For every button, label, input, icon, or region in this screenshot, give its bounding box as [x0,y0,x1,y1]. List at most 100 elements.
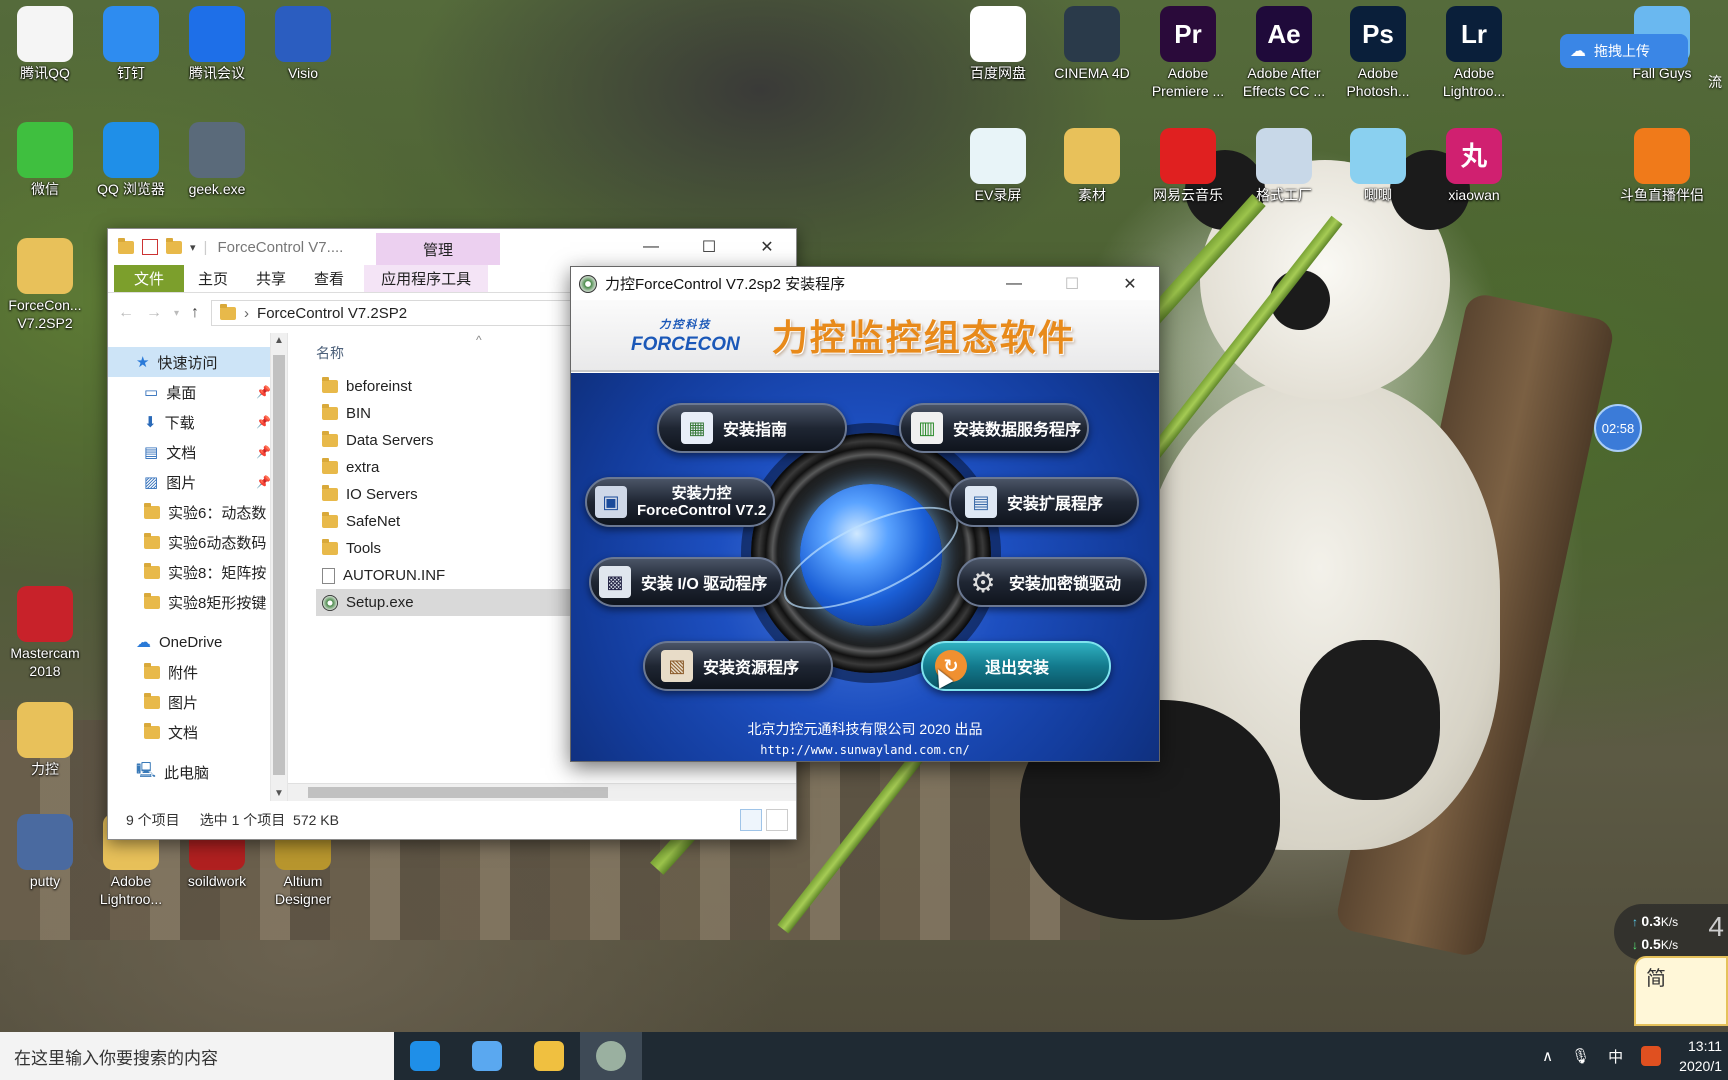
explorer-title: ForceControl V7.... [217,238,344,256]
forward-arrow-icon[interactable]: → [146,304,162,322]
desktop-shortcut[interactable]: Ae Adobe After Effects CC ... [1238,0,1330,100]
desktop-shortcut[interactable]: 斗鱼直播伴侣 [1616,122,1708,204]
nav-item[interactable]: 实验8：矩阵按 [108,557,287,587]
scroll-thumb[interactable] [273,355,285,775]
tencent-meeting-icon [189,6,245,62]
nav-item[interactable]: ▭ 桌面 📌 [108,377,287,407]
maximize-button[interactable]: ☐ [680,229,738,265]
nav-this-pc[interactable]: 🖳 此电脑 [108,757,287,787]
desktop-shortcut[interactable]: EV录屏 [952,122,1044,204]
install-dongle-driver-button[interactable]: ⚙ 安装加密锁驱动 [957,557,1147,607]
desktop-shortcut[interactable]: 丸 xiaowan [1428,122,1520,204]
taskbar-app[interactable] [456,1032,518,1080]
desktop-shortcut[interactable]: 素材 [1046,122,1138,204]
quick-access-dropdown-icon[interactable]: ▾ [190,241,196,254]
desktop-shortcut[interactable]: 钉钉 [88,0,174,82]
nav-scrollbar[interactable]: ▲ ▼ [270,333,287,801]
large-icons-view-icon[interactable] [766,809,788,831]
cinema4d-icon [1064,6,1120,62]
close-button[interactable]: ✕ [1101,267,1159,300]
nav-item[interactable]: 附件 [108,657,287,687]
footer-url[interactable]: http://www.sunwayland.com.cn/ [571,743,1159,757]
net-down-value: 0.5 [1641,936,1661,952]
desktop-shortcut[interactable]: 格式工厂 [1238,122,1330,204]
installer-titlebar[interactable]: 力控ForceControl V7.2sp2 安装程序 — ☐ ✕ [571,267,1159,300]
desktop-shortcut[interactable]: 唧唧 [1332,122,1424,204]
nav-item[interactable]: 实验6：动态数 [108,497,287,527]
taskbar-app[interactable] [518,1032,580,1080]
exit-install-button[interactable]: ↻ 退出安装 [921,641,1111,691]
nav-item[interactable]: 实验8矩形按键 [108,587,287,617]
tab-home[interactable]: 主页 [184,265,242,292]
scroll-down-icon[interactable]: ▼ [271,788,287,799]
taskbar-app[interactable] [394,1032,456,1080]
breadcrumb-chevron-icon[interactable]: › [244,305,249,322]
desktop-shortcut[interactable]: Mastercam 2018 [2,580,88,680]
install-resource-button[interactable]: ▧ 安装资源程序 [643,641,833,691]
taskbar-app[interactable] [580,1032,642,1080]
sogou-icon[interactable] [1641,1046,1662,1066]
desktop-shortcut[interactable]: putty [2,808,88,890]
desktop-shortcut[interactable]: Lr Adobe Lightroo... [1428,0,1520,100]
install-data-service-button[interactable]: ▥ 安装数据服务程序 [899,403,1089,453]
details-view-icon[interactable] [740,809,762,831]
nav-quick-access[interactable]: ★ 快速访问 [108,347,287,377]
upload-widget[interactable]: ☁ 拖拽上传 [1560,34,1688,68]
desktop-shortcut[interactable]: Visio [260,0,346,82]
microphone-icon[interactable]: 🎙 [1571,1047,1590,1065]
desktop-shortcut[interactable]: 微信 [2,116,88,198]
recent-dropdown-icon[interactable]: ▾ [174,308,179,319]
scroll-up-icon[interactable]: ▲ [271,335,287,346]
install-forcecontrol-button[interactable]: ▣ 安装力控 ForceControl V7.2 [585,477,775,527]
nav-item[interactable]: 图片 [108,687,287,717]
desktop-shortcut[interactable]: ForceCon... V7.2SP2 [2,232,88,332]
desktop-shortcut[interactable]: Ps Adobe Photosh... [1332,0,1424,100]
properties-checkbox-icon[interactable] [142,239,158,255]
nav-item[interactable]: ⬇ 下载 📌 [108,407,287,437]
nav-item[interactable]: 实验6动态数码 [108,527,287,557]
up-arrow-icon[interactable]: ↑ [191,304,199,322]
guide-icon: ▦ [681,412,713,444]
minimize-button[interactable]: — [985,267,1043,300]
new-folder-icon[interactable] [166,237,182,254]
close-button[interactable]: ✕ [738,229,796,265]
tray-chevron-icon[interactable]: ∧ [1542,1047,1553,1065]
tab-share[interactable]: 共享 [242,265,300,292]
install-extension-button[interactable]: ▤ 安装扩展程序 [949,477,1139,527]
tab-view[interactable]: 查看 [300,265,358,292]
desktop-shortcut[interactable]: Pr Adobe Premiere ... [1142,0,1234,100]
taskbar-search[interactable]: 在这里输入你要搜索的内容 [0,1032,394,1080]
minimize-button[interactable]: — [622,229,680,265]
nav-item[interactable]: ▤ 文档 📌 [108,437,287,467]
desktop-shortcut[interactable]: 腾讯会议 [174,0,260,82]
desktop-shortcut[interactable]: 网易云音乐 [1142,122,1234,204]
desktop-shortcut-label: 斗鱼直播伴侣 [1620,187,1704,203]
clock[interactable]: 13:11 2020/1 [1679,1036,1722,1076]
search-placeholder[interactable]: 在这里输入你要搜索的内容 [14,1044,218,1069]
desktop-shortcut[interactable]: QQ 浏览器 [88,116,174,198]
tab-file[interactable]: 文件 [114,265,185,292]
manage-contextual-tab[interactable]: 管理 [376,233,500,265]
desktop-shortcut[interactable]: 腾讯QQ [2,0,88,82]
desktop-shortcut[interactable]: 力控 [2,696,88,778]
back-arrow-icon[interactable]: ← [118,304,134,322]
tab-application-tools[interactable]: 应用程序工具 [364,265,489,292]
nav-item[interactable]: 文档 [108,717,287,747]
forcecon-logo: 力控科技 FORCECON [631,316,740,354]
explorer-titlebar[interactable]: ▾ | ForceControl V7.... 管理 — ☐ ✕ [108,229,796,265]
nav-item[interactable]: ▨ 图片 📌 [108,467,287,497]
desktop-shortcut[interactable]: CINEMA 4D [1046,0,1138,82]
desktop-shortcut[interactable]: geek.exe [174,116,260,198]
scroll-thumb[interactable] [308,787,608,798]
ime-indicator[interactable]: 中 [1608,1046,1623,1067]
column-name[interactable]: 名称 [316,343,344,363]
ime-widget[interactable]: 简 [1634,956,1728,1026]
desktop-shortcut-label: 格式工厂 [1256,187,1312,203]
nav-onedrive[interactable]: ☁ OneDrive [108,627,287,657]
desktop-shortcut[interactable]: 百度网盘 [952,0,1044,82]
install-guide-button[interactable]: ▦ 安装指南 [657,403,847,453]
breadcrumb[interactable]: ForceControl V7.2SP2 [257,305,407,322]
recording-timer[interactable]: 02:58 [1594,404,1642,452]
install-io-driver-button[interactable]: ▩ 安装 I/O 驱动程序 [589,557,783,607]
horizontal-scrollbar[interactable] [288,783,796,801]
